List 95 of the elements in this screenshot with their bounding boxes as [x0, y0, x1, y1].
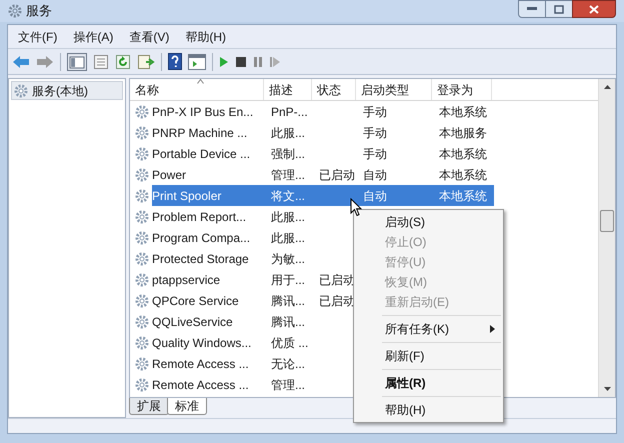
gear-icon — [135, 104, 149, 118]
gear-icon — [135, 294, 149, 308]
service-name[interactable]: Portable Device ... — [152, 144, 250, 162]
gear-icon — [135, 230, 149, 244]
scroll-thumb[interactable] — [600, 210, 614, 232]
maximize-icon — [554, 4, 564, 14]
table-cell-text: 为敏... — [271, 250, 306, 268]
service-name[interactable]: QPCore Service — [152, 292, 239, 310]
menu-item[interactable]: 文件(F) — [12, 28, 64, 46]
play-icon[interactable] — [219, 56, 229, 68]
scroll-up-icon[interactable] — [602, 84, 612, 90]
table-cell-text: 优质 ... — [271, 334, 308, 352]
service-name[interactable]: Protected Storage — [152, 250, 249, 268]
table-row[interactable]: Power 管理... 已启动 自动 本地系统 — [152, 164, 494, 185]
table-cell-text: 本地系统 — [439, 166, 487, 184]
gear-icon — [135, 252, 149, 266]
scrollbar[interactable] — [598, 79, 615, 397]
table-cell-text: 本地系统 — [439, 188, 487, 204]
window-title: 服务 — [26, 2, 52, 20]
service-name[interactable]: PnP-X IP Bus En... — [152, 102, 254, 120]
help-icon[interactable] — [168, 53, 182, 70]
gear-icon — [135, 210, 149, 224]
gear-icon — [135, 378, 149, 392]
scroll-down-icon[interactable] — [602, 386, 612, 392]
close-button[interactable] — [572, 0, 616, 18]
minimize-icon — [527, 7, 537, 11]
table-row[interactable]: PNRP Machine ... 此服... 手动 本地服务 — [152, 122, 494, 143]
table-row[interactable]: Portable Device ... 强制... 手动 本地系统 — [152, 143, 494, 164]
gear-icon — [135, 126, 149, 140]
menu-item[interactable]: 帮助(H) — [179, 28, 232, 46]
service-name[interactable]: Remote Access ... — [152, 376, 249, 394]
table-cell-text: 本地系统 — [439, 146, 487, 162]
table-cell-text: 手动 — [363, 124, 387, 142]
table-cell-text: 管理... — [271, 166, 306, 184]
menu-item[interactable]: 启动(S) — [354, 212, 503, 232]
document-icon[interactable] — [93, 54, 109, 70]
gear-icon — [135, 356, 149, 370]
menu-item[interactable]: 查看(V) — [123, 28, 176, 46]
table-cell-text: PnP-... — [271, 104, 308, 120]
table-cell-text: 腾讯... — [271, 292, 306, 310]
table-cell-text: 此服... — [271, 230, 306, 246]
service-name[interactable]: QQLiveService — [152, 312, 233, 330]
table-cell-text: 此服... — [271, 124, 306, 142]
table-cell-text: 此服... — [271, 208, 306, 226]
close-icon — [589, 4, 599, 14]
table-row[interactable]: Print Spooler 将文... 自动 本地系统 — [152, 185, 494, 206]
minimize-button[interactable] — [518, 0, 546, 18]
menu-item[interactable]: 属性(R) — [354, 373, 503, 393]
table-cell-text: 手动 — [363, 104, 387, 120]
service-name[interactable]: Program Compa... — [152, 228, 250, 246]
gear-icon — [8, 4, 22, 18]
gear-icon — [135, 188, 149, 202]
refresh-icon[interactable] — [115, 54, 131, 70]
gear-icon — [135, 314, 149, 328]
service-name[interactable]: ptappservice — [152, 270, 220, 288]
service-name[interactable]: Quality Windows... — [152, 334, 252, 352]
forward-arrow-icon[interactable] — [36, 54, 54, 68]
table-cell-text: 本地系统 — [439, 104, 487, 120]
table-cell-text: 将文... — [271, 188, 306, 204]
maximize-button[interactable] — [546, 0, 572, 18]
service-name[interactable]: Print Spooler — [152, 186, 222, 204]
table-cell-text: 手动 — [363, 146, 387, 162]
menu-item[interactable]: 帮助(H) — [354, 400, 503, 420]
table-cell-text: 已启动 — [319, 166, 355, 184]
gear-icon — [135, 272, 149, 286]
tree-item[interactable]: 服务(本地) — [11, 81, 123, 100]
table-cell-text: 腾讯... — [271, 314, 306, 330]
view-tab[interactable]: 扩展 — [129, 398, 169, 415]
table-cell-text: 自动 — [363, 166, 387, 184]
table-cell-text: 强制... — [271, 146, 306, 162]
export-icon[interactable] — [137, 54, 155, 70]
view-tab[interactable]: 标准 — [167, 398, 207, 415]
resume-icon[interactable] — [269, 56, 281, 68]
table-cell-text: 本地服务 — [439, 124, 487, 142]
service-name[interactable]: Remote Access ... — [152, 354, 249, 372]
panel-icon[interactable] — [188, 54, 206, 70]
menu-item[interactable]: 刷新(F) — [354, 346, 503, 366]
menu-item[interactable]: 操作(A) — [67, 28, 120, 46]
gear-icon — [135, 168, 149, 182]
table-cell-text: 无论... — [271, 356, 306, 372]
service-name[interactable]: Power — [152, 166, 186, 184]
gear-icon — [14, 84, 28, 98]
service-name[interactable]: Problem Report... — [152, 208, 246, 226]
pause-icon[interactable] — [253, 56, 263, 68]
gear-icon — [135, 336, 149, 350]
console-tree-icon[interactable] — [67, 52, 87, 70]
menu-item[interactable]: 所有任务(K) — [354, 319, 503, 339]
table-cell-text: 管理... — [271, 376, 306, 394]
back-arrow-icon[interactable] — [12, 54, 30, 68]
table-row[interactable]: PnP-X IP Bus En... PnP-... 手动 本地系统 — [152, 101, 494, 122]
stop-icon[interactable] — [235, 56, 247, 68]
gear-icon — [135, 146, 149, 160]
service-name[interactable]: PNRP Machine ... — [152, 124, 248, 142]
table-cell-text: 用于... — [271, 272, 306, 288]
table-cell-text: 自动 — [363, 188, 387, 204]
